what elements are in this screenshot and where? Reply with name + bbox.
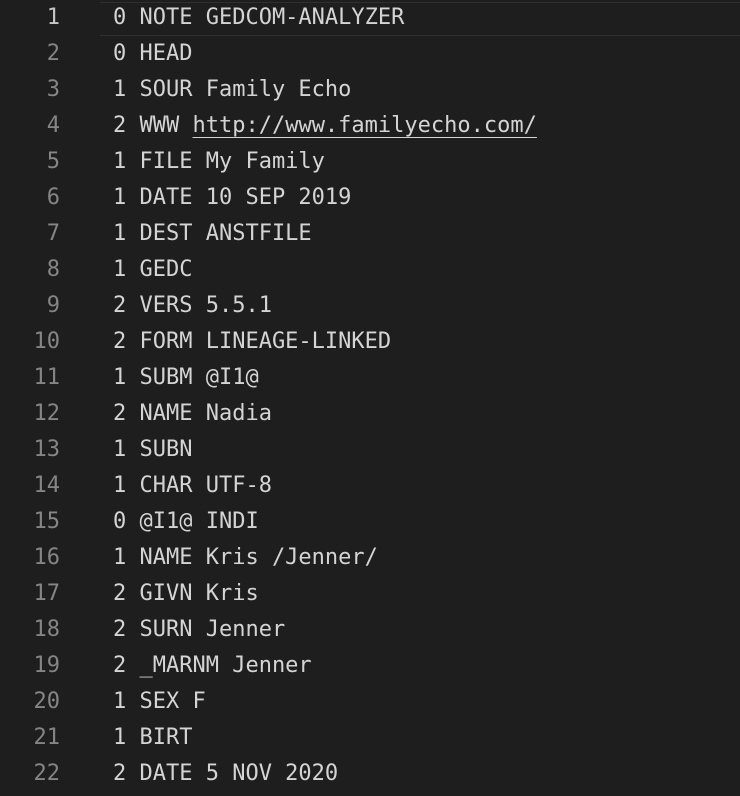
line-number: 1 (46, 5, 60, 30)
code-line-3[interactable]: 3 1 SOUR Family Echo (0, 72, 740, 108)
line-number: 8 (46, 257, 60, 282)
line-text[interactable]: 1 BIRT (113, 720, 192, 756)
line-text[interactable]: 0 @I1@ INDI (113, 504, 259, 540)
line-number: 22 (33, 761, 61, 786)
line-number: 6 (46, 185, 60, 210)
line-number: 12 (33, 401, 61, 426)
line-number: 17 (33, 581, 61, 606)
line-number: 14 (33, 473, 61, 498)
code-line-9[interactable]: 9 2 VERS 5.5.1 (0, 288, 740, 324)
code-line-15[interactable]: 15 0 @I1@ INDI (0, 504, 740, 540)
line-number: 4 (46, 113, 60, 138)
line-number: 5 (46, 149, 60, 174)
line-number: 18 (33, 617, 61, 642)
code-line-16[interactable]: 16 1 NAME Kris /Jenner/ (0, 540, 740, 576)
code-line-14[interactable]: 14 1 CHAR UTF-8 (0, 468, 740, 504)
line-number: 7 (46, 221, 60, 246)
line-text-prefix: 2 WWW (113, 113, 193, 138)
line-text[interactable]: 1 CHAR UTF-8 (113, 468, 272, 504)
code-line-19[interactable]: 19 2 _MARNM Jenner (0, 648, 740, 684)
line-text[interactable]: 1 SOUR Family Echo (113, 72, 351, 108)
line-number: 19 (33, 653, 61, 678)
code-line-13[interactable]: 13 1 SUBN (0, 432, 740, 468)
line-text[interactable]: 2 VERS 5.5.1 (113, 288, 272, 324)
line-text[interactable]: 2 NAME Nadia (113, 396, 272, 432)
code-line-17[interactable]: 17 2 GIVN Kris (0, 576, 740, 612)
line-text[interactable]: 1 DATE 10 SEP 2019 (113, 180, 351, 216)
line-text[interactable]: 1 SUBM @I1@ (113, 360, 259, 396)
line-text[interactable]: 2 FORM LINEAGE-LINKED (113, 324, 391, 360)
code-line-21[interactable]: 21 1 BIRT (0, 720, 740, 756)
code-line-7[interactable]: 7 1 DEST ANSTFILE (0, 216, 740, 252)
line-number: 13 (33, 437, 61, 462)
code-line-6[interactable]: 6 1 DATE 10 SEP 2019 (0, 180, 740, 216)
line-number: 16 (33, 545, 61, 570)
line-number: 21 (33, 725, 61, 750)
line-text[interactable]: 1 FILE My Family (113, 144, 325, 180)
code-line-18[interactable]: 18 2 SURN Jenner (0, 612, 740, 648)
line-number: 20 (33, 689, 61, 714)
line-text[interactable]: 1 GEDC (113, 252, 192, 288)
line-number: 11 (33, 365, 61, 390)
code-line-5[interactable]: 5 1 FILE My Family (0, 144, 740, 180)
line-text[interactable]: 1 DEST ANSTFILE (113, 216, 312, 252)
line-text[interactable]: 2 SURN Jenner (113, 612, 285, 648)
code-line-20[interactable]: 20 1 SEX F (0, 684, 740, 720)
line-number: 10 (33, 329, 61, 354)
code-line-12[interactable]: 12 2 NAME Nadia (0, 396, 740, 432)
code-line-1[interactable]: 1 0 NOTE GEDCOM-ANALYZER (0, 0, 740, 36)
code-line-10[interactable]: 10 2 FORM LINEAGE-LINKED (0, 324, 740, 360)
code-line-22[interactable]: 22 2 DATE 5 NOV 2020 (0, 756, 740, 792)
line-text[interactable]: 1 SEX F (113, 684, 206, 720)
code-line-11[interactable]: 11 1 SUBM @I1@ (0, 360, 740, 396)
code-line-8[interactable]: 8 1 GEDC (0, 252, 740, 288)
line-text[interactable]: 2 WWW http://www.familyecho.com/ (113, 108, 537, 144)
line-text[interactable]: 2 GIVN Kris (113, 576, 259, 612)
line-text[interactable]: 0 NOTE GEDCOM-ANALYZER (113, 0, 404, 36)
line-number: 2 (46, 41, 60, 66)
code-line-4[interactable]: 4 2 WWW http://www.familyecho.com/ (0, 108, 740, 144)
line-number: 9 (46, 293, 60, 318)
url-link[interactable]: http://www.familyecho.com/ (192, 113, 536, 138)
line-number: 15 (33, 509, 61, 534)
line-number: 3 (46, 77, 60, 102)
line-text[interactable]: 1 SUBN (113, 432, 192, 468)
code-editor[interactable]: 1 0 NOTE GEDCOM-ANALYZER 2 0 HEAD 3 1 SOUR … (0, 0, 740, 796)
code-line-2[interactable]: 2 0 HEAD (0, 36, 740, 72)
line-text[interactable]: 2 _MARNM Jenner (113, 648, 312, 684)
line-text[interactable]: 0 HEAD (113, 36, 192, 72)
line-text[interactable]: 1 NAME Kris /Jenner/ (113, 540, 378, 576)
line-text[interactable]: 2 DATE 5 NOV 2020 (113, 756, 338, 792)
